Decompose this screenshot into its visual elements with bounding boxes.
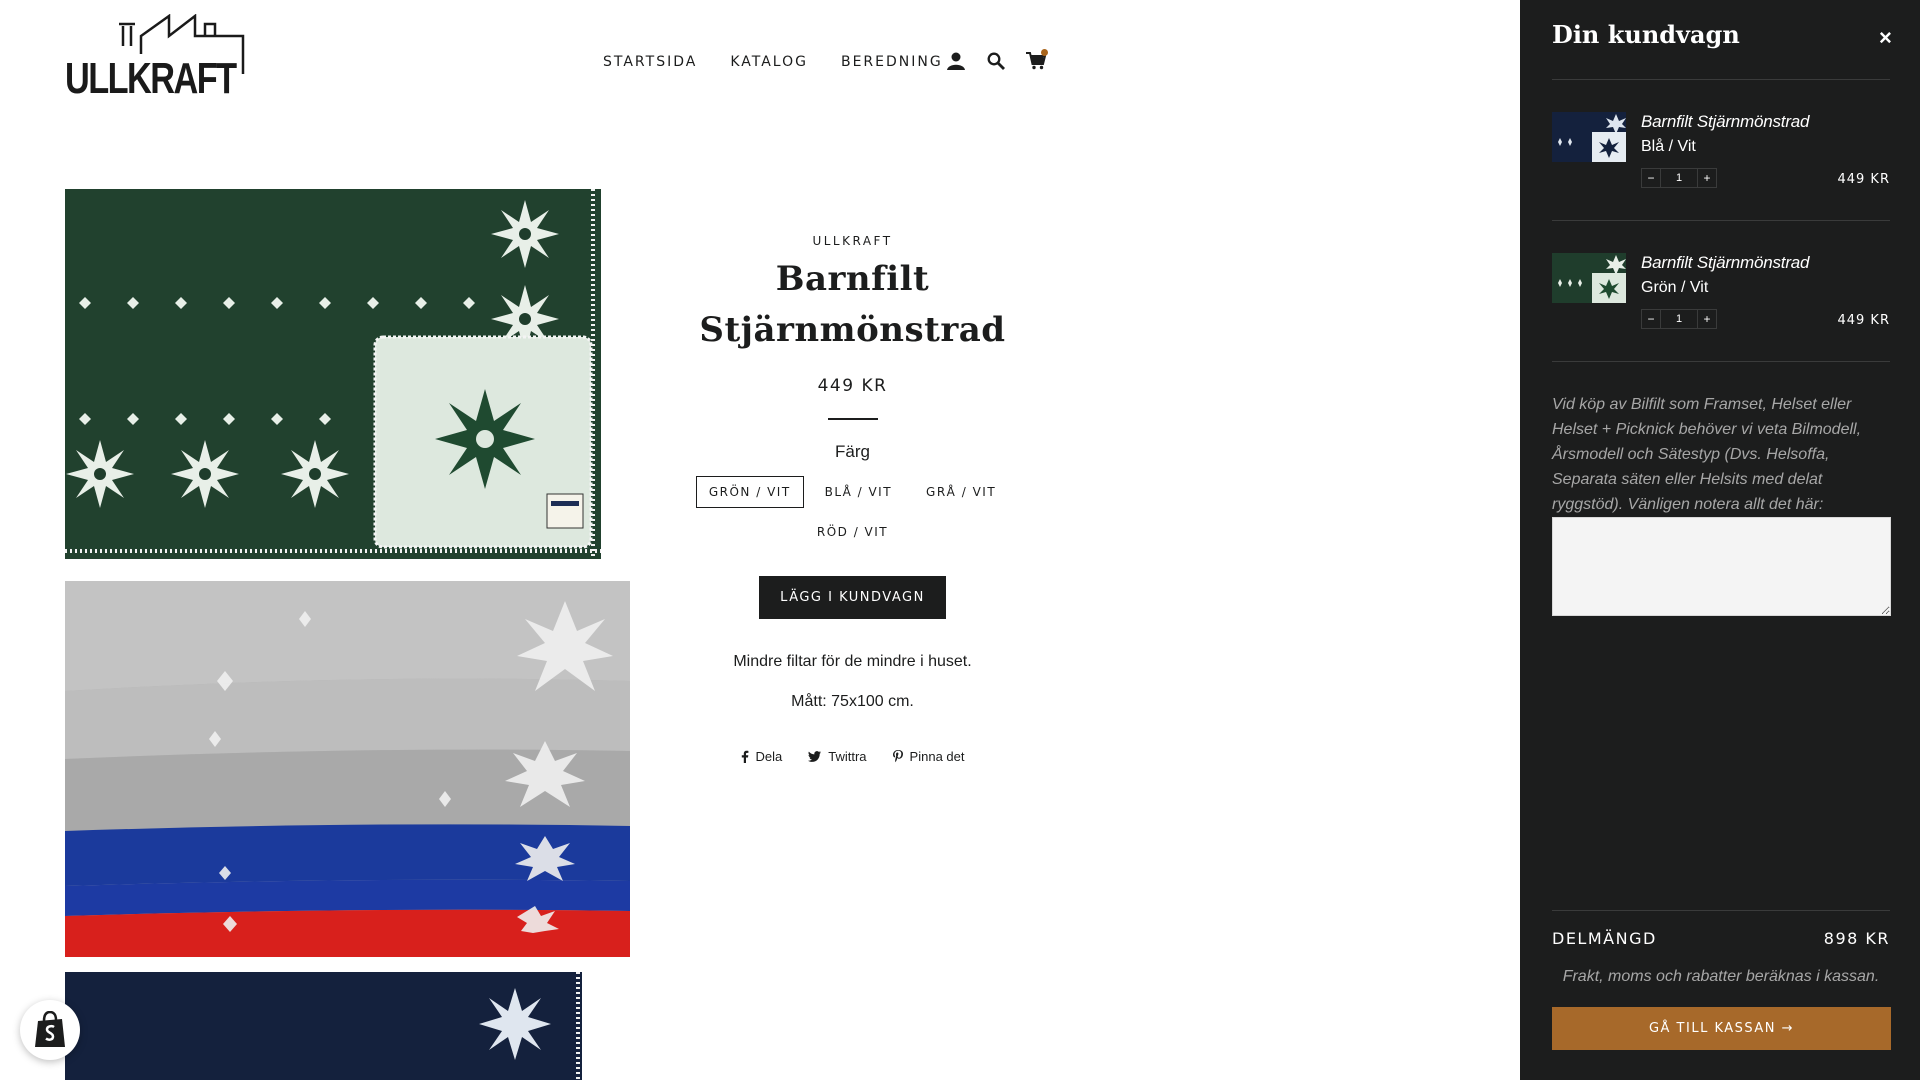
pinterest-icon — [892, 750, 903, 763]
quantity-stepper: − 1 + — [1641, 309, 1717, 329]
variant-rod-vit[interactable]: RÖD / VIT — [804, 516, 901, 548]
qty-decrease-button[interactable]: − — [1642, 310, 1660, 328]
share-facebook-label: Dela — [755, 749, 783, 764]
product-price: 449 KR — [817, 376, 888, 396]
share-facebook[interactable]: Dela — [741, 749, 783, 764]
cart-item-price: 449 KR — [1837, 313, 1890, 328]
product-info: ULLKRAFT Barnfilt Stjärnmönstrad 449 KR … — [640, 230, 1065, 764]
main-nav: STARTSIDA KATALOG BEREDNING — [603, 54, 976, 70]
search-icon[interactable] — [985, 50, 1007, 72]
facebook-icon — [741, 750, 748, 763]
ullkraft-logo[interactable]: ULLKRAFT — [65, 14, 247, 103]
subtotal-label: DELMÄNGD — [1552, 929, 1657, 948]
cart-item: Barnfilt Stjärnmönstrad Blå / Vit − 1 + … — [1552, 112, 1890, 212]
share-twitter-label: Twittra — [828, 749, 867, 764]
cart-title: Din kundvagn — [1552, 20, 1740, 49]
account-icon[interactable] — [945, 50, 967, 72]
nav-startsida[interactable]: STARTSIDA — [603, 54, 697, 70]
subtotal-value: 898 KR — [1823, 929, 1890, 948]
qty-input[interactable]: 1 — [1660, 310, 1698, 328]
header-icons — [945, 49, 1048, 72]
quantity-stepper: − 1 + — [1641, 168, 1717, 188]
twitter-icon — [808, 751, 822, 762]
nav-katalog[interactable]: KATALOG — [730, 54, 808, 70]
variant-bla-vit[interactable]: BLÅ / VIT — [812, 476, 905, 508]
cart-drawer: Din kundvagn × Barnfilt Stjärnmönstrad B… — [1520, 0, 1920, 1080]
divider — [1552, 79, 1890, 80]
checkout-button[interactable]: GÅ TILL KASSAN → — [1552, 1007, 1891, 1050]
cart-icon[interactable] — [1025, 49, 1048, 72]
product-vendor[interactable]: ULLKRAFT — [640, 234, 1065, 248]
product-title-line1: Barnfilt — [775, 259, 930, 299]
shopify-badge[interactable] — [20, 1000, 80, 1060]
qty-increase-button[interactable]: + — [1698, 310, 1716, 328]
cart-item-name[interactable]: Barnfilt Stjärnmönstrad — [1641, 253, 1810, 273]
cart-item-thumbnail[interactable] — [1552, 112, 1626, 162]
product-dimensions: Mått: 75x100 cm. — [791, 693, 914, 710]
cart-item-name[interactable]: Barnfilt Stjärnmönstrad — [1641, 112, 1810, 132]
share-pinterest[interactable]: Pinna det — [892, 749, 965, 764]
qty-decrease-button[interactable]: − — [1642, 169, 1660, 187]
share-pinterest-label: Pinna det — [909, 749, 965, 764]
product-title: Barnfilt Stjärnmönstrad — [640, 254, 1065, 356]
product-title-line2: Stjärnmönstrad — [699, 310, 1006, 350]
shopify-bag-icon — [35, 1011, 65, 1047]
add-to-cart-button[interactable]: LÄGG I KUNDVAGN — [759, 576, 946, 619]
product-image-stack[interactable] — [65, 581, 630, 957]
logo-wordmark: ULLKRAFT — [65, 54, 237, 103]
cart-item-thumbnail[interactable] — [1552, 253, 1626, 303]
order-note-textarea[interactable] — [1552, 517, 1891, 616]
divider — [1552, 220, 1890, 221]
qty-increase-button[interactable]: + — [1698, 169, 1716, 187]
divider — [1552, 361, 1890, 362]
variant-gron-vit[interactable]: GRÖN / VIT — [695, 476, 804, 508]
cart-item-variant: Blå / Vit — [1641, 138, 1696, 155]
variant-swatches: GRÖN / VIT BLÅ / VIT GRÅ / VIT RÖD / VIT — [640, 476, 1065, 548]
price-divider — [827, 418, 878, 420]
cart-count-dot — [1041, 49, 1048, 56]
nav-beredning[interactable]: BEREDNING — [841, 54, 943, 70]
order-note-label: Vid köp av Bilfilt som Framset, Helset e… — [1552, 396, 1862, 513]
close-icon[interactable]: × — [1879, 27, 1892, 49]
share-twitter[interactable]: Twittra — [808, 749, 867, 764]
product-image-blue[interactable] — [65, 972, 582, 1080]
product-image-green[interactable] — [65, 189, 601, 559]
variant-gra-vit[interactable]: GRÅ / VIT — [913, 476, 1009, 508]
qty-input[interactable]: 1 — [1660, 169, 1698, 187]
share-links: Dela Twittra Pinna det — [640, 749, 1065, 764]
product-description: Mindre filtar för de mindre i huset. — [733, 653, 972, 670]
shipping-note: Frakt, moms och rabatter beräknas i kass… — [1562, 968, 1880, 985]
divider — [1552, 910, 1890, 911]
cart-item: Barnfilt Stjärnmönstrad Grön / Vit − 1 +… — [1552, 253, 1890, 353]
cart-item-price: 449 KR — [1837, 172, 1890, 187]
cart-item-variant: Grön / Vit — [1641, 279, 1709, 296]
option-label: Färg — [835, 442, 870, 461]
